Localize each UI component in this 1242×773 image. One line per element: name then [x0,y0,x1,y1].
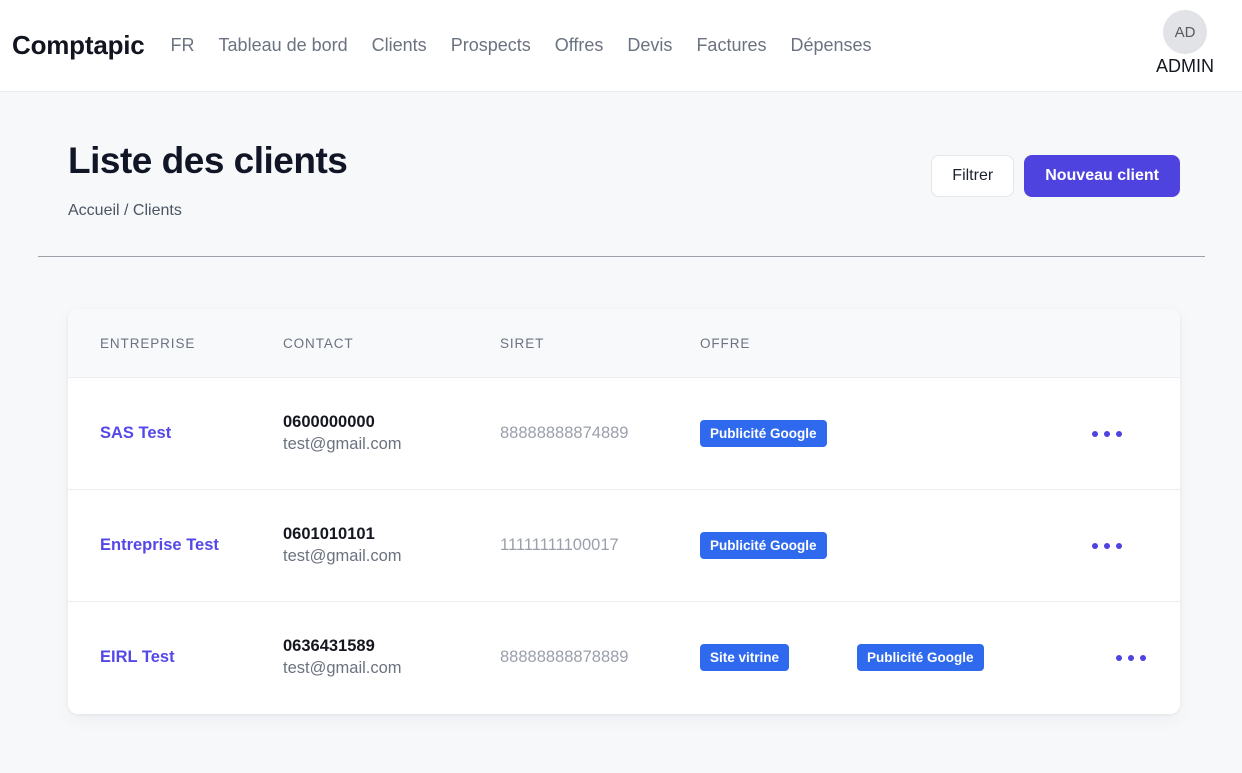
cell-actions [1090,601,1180,714]
column-header-actions [1090,309,1180,378]
ellipsis-horizontal-icon[interactable] [1090,430,1180,437]
top-navbar: Comptapic FR Tableau de bord Clients Pro… [0,0,1242,92]
client-email: test@gmail.com [283,547,402,565]
client-siret: 11111111100017 [500,536,619,554]
client-link[interactable]: Entreprise Test [100,536,219,554]
table-body: SAS Test 0600000000 test@gmail.com 88888… [68,377,1180,714]
clients-table-card: ENTREPRISE CONTACT SIRET OFFRE SAS Test … [68,309,1180,714]
column-header-offre[interactable]: OFFRE [700,309,1090,378]
new-client-button[interactable]: Nouveau client [1024,155,1180,197]
cell-siret: 88888888874889 [500,377,700,490]
nav-link-factures[interactable]: Factures [696,35,766,56]
cell-offers: Publicité Google [700,489,1090,602]
status-badge[interactable]: Publicité Google [700,532,827,559]
nav-link-clients[interactable]: Clients [372,35,427,56]
column-header-siret[interactable]: SIRET [500,309,700,378]
ellipsis-horizontal-icon[interactable] [1090,542,1180,549]
cell-actions [1090,377,1180,490]
cell-company: Entreprise Test [68,489,283,602]
nav-link-dashboard[interactable]: Tableau de bord [219,35,348,56]
column-header-contact[interactable]: CONTACT [283,309,500,378]
table-header: ENTREPRISE CONTACT SIRET OFFRE [68,309,1180,378]
cell-company: EIRL Test [68,601,283,714]
client-siret: 88888888878889 [500,648,629,667]
table-row[interactable]: Entreprise Test 0601010101 test@gmail.co… [68,489,1180,602]
cell-siret: 11111111100017 [500,489,700,602]
client-siret: 88888888874889 [500,424,629,442]
nav-link-fr[interactable]: FR [171,35,195,56]
offer-badge-list: Publicité Google [700,532,1090,559]
client-link[interactable]: EIRL Test [100,648,175,666]
breadcrumb: Accueil / Clients [68,202,182,219]
ellipsis-horizontal-icon[interactable] [1114,654,1180,661]
cell-offers: Publicité Google [700,377,1090,490]
nav-link-devis[interactable]: Devis [627,35,672,56]
status-badge[interactable]: Publicité Google [857,644,984,672]
client-email: test@gmail.com [283,435,402,453]
client-email: test@gmail.com [283,659,402,678]
offer-badge-list: Site vitrine Publicité Google [700,644,1090,672]
status-badge[interactable]: Site vitrine [700,644,790,672]
table-row[interactable]: SAS Test 0600000000 test@gmail.com 88888… [68,377,1180,490]
page-content: Liste des clients Accueil / Clients Filt… [0,92,1242,714]
client-phone: 0600000000 [283,413,375,431]
cell-offers: Site vitrine Publicité Google [700,601,1090,714]
client-phone: 0636431589 [283,637,375,656]
cell-contact: 0601010101 test@gmail.com [283,489,500,602]
client-phone: 0601010101 [283,525,375,543]
client-link[interactable]: SAS Test [100,424,171,442]
column-header-entreprise[interactable]: ENTREPRISE [68,309,283,378]
section-divider [38,256,1205,257]
status-badge[interactable]: Publicité Google [700,420,827,447]
cell-contact: 0600000000 test@gmail.com [283,377,500,490]
main-navigation: FR Tableau de bord Clients Prospects Off… [171,35,872,56]
offer-badge-list: Publicité Google [700,420,1090,447]
user-name-label: ADMIN [1156,56,1214,76]
brand-logo[interactable]: Comptapic [12,30,145,61]
user-menu[interactable]: AD ADMIN [1142,10,1228,77]
cell-siret: 88888888878889 [500,601,700,714]
cell-actions [1090,489,1180,602]
cell-company: SAS Test [68,377,283,490]
nav-link-depenses[interactable]: Dépenses [790,35,871,56]
cell-contact: 0636431589 test@gmail.com [283,601,500,714]
table-row[interactable]: EIRL Test 0636431589 test@gmail.com 8888… [68,601,1180,714]
clients-table: ENTREPRISE CONTACT SIRET OFFRE SAS Test … [68,309,1180,714]
header-actions: Filtrer Nouveau client [931,155,1180,197]
nav-link-prospects[interactable]: Prospects [451,35,531,56]
table-header-row: ENTREPRISE CONTACT SIRET OFFRE [68,309,1180,378]
nav-link-offres[interactable]: Offres [555,35,604,56]
avatar: AD [1163,10,1207,54]
filter-button[interactable]: Filtrer [931,155,1015,197]
